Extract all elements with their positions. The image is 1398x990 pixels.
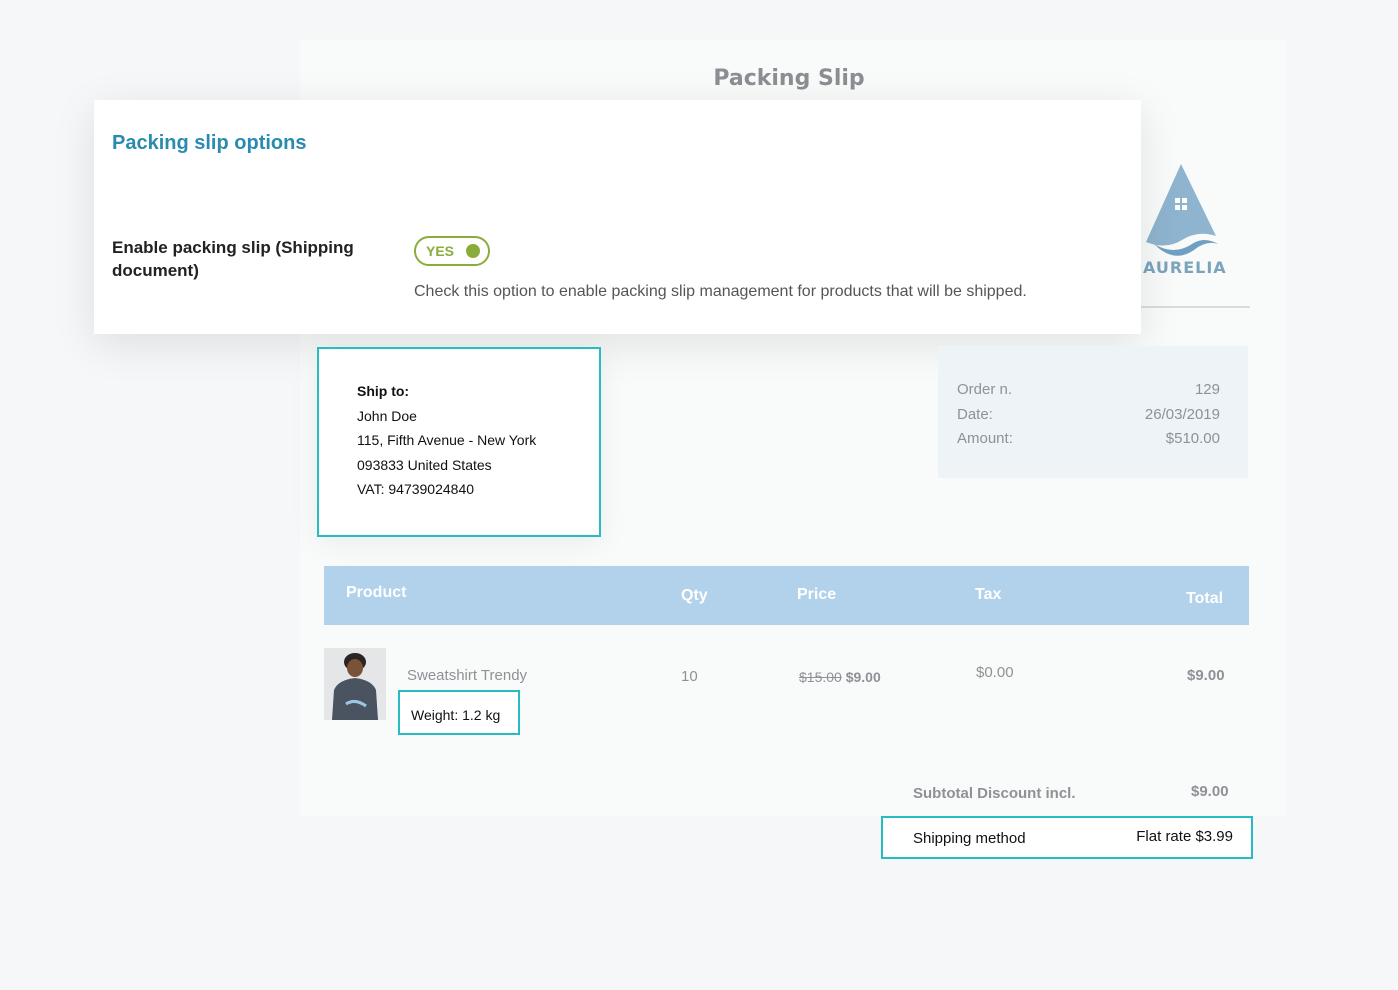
subtotal-label: Subtotal Discount incl.	[913, 785, 1076, 802]
order-number-row: Order n. 129	[957, 378, 1220, 403]
shipping-method-label: Shipping method	[913, 830, 1026, 847]
ship-to-postal: 093833 United States	[357, 456, 492, 473]
product-image-icon	[324, 648, 386, 720]
product-tax: $0.00	[976, 664, 1014, 681]
order-amount-value: $510.00	[1165, 430, 1220, 447]
option-description: Check this option to enable packing slip…	[414, 283, 1027, 300]
product-old-price: $15.00	[799, 669, 842, 685]
order-date-row: Date: 26/03/2019	[957, 403, 1220, 428]
order-amount-row: Amount: $510.00	[957, 427, 1220, 452]
column-header-total: Total	[1186, 590, 1224, 607]
toggle-knob	[466, 244, 480, 258]
ship-to-address: 115, Fifth Avenue - New York	[357, 432, 537, 448]
order-number-label: Order n.	[957, 381, 1013, 398]
options-title: Packing slip options	[112, 132, 307, 154]
product-price: $9.00	[845, 669, 881, 685]
ship-to-vat: VAT: 94739024840	[357, 481, 475, 497]
shipping-method-value: Flat rate $3.99	[1136, 828, 1233, 845]
column-header-qty: Qty	[681, 587, 708, 604]
enable-packing-slip-toggle[interactable]: YES	[414, 236, 490, 266]
enable-packing-slip-label: Enable packing slip (Shipping document)	[112, 238, 354, 280]
order-amount-label: Amount:	[957, 430, 1013, 447]
product-table-header: Product Qty Price Tax Total	[324, 566, 1249, 625]
order-date-label: Date:	[957, 405, 993, 423]
ship-to-box: Ship to: John Doe 115, Fifth Avenue - Ne…	[317, 347, 601, 537]
subtotal-value: $9.00	[1191, 783, 1229, 800]
product-thumbnail	[324, 648, 386, 720]
column-header-price: Price	[797, 586, 837, 603]
ship-to-name: John Doe	[357, 407, 417, 424]
product-price-cell: $15.00 $9.00	[799, 669, 881, 685]
toggle-label: YES	[426, 243, 455, 259]
product-name: Sweatshirt Trendy	[407, 667, 528, 684]
packing-slip-options-panel: Packing slip options Enable packing slip…	[94, 100, 1141, 334]
product-total: $9.00	[1187, 667, 1225, 684]
logo-text: AURELIA	[1143, 258, 1227, 277]
column-header-tax: Tax	[975, 586, 1002, 603]
order-date-value: 26/03/2019	[1144, 405, 1220, 423]
ship-to-heading: Ship to:	[357, 383, 410, 399]
order-number-value: 129	[1194, 381, 1220, 398]
column-header-product: Product	[346, 584, 407, 601]
order-info-box: Order n. 129 Date: 26/03/2019 Amount: $5…	[938, 346, 1248, 478]
document-title: Packing Slip	[713, 66, 865, 91]
product-qty: 10	[681, 668, 698, 685]
product-weight: Weight: 1.2 kg	[398, 690, 520, 735]
shipping-method-box: Shipping method Flat rate $3.99	[881, 816, 1253, 859]
